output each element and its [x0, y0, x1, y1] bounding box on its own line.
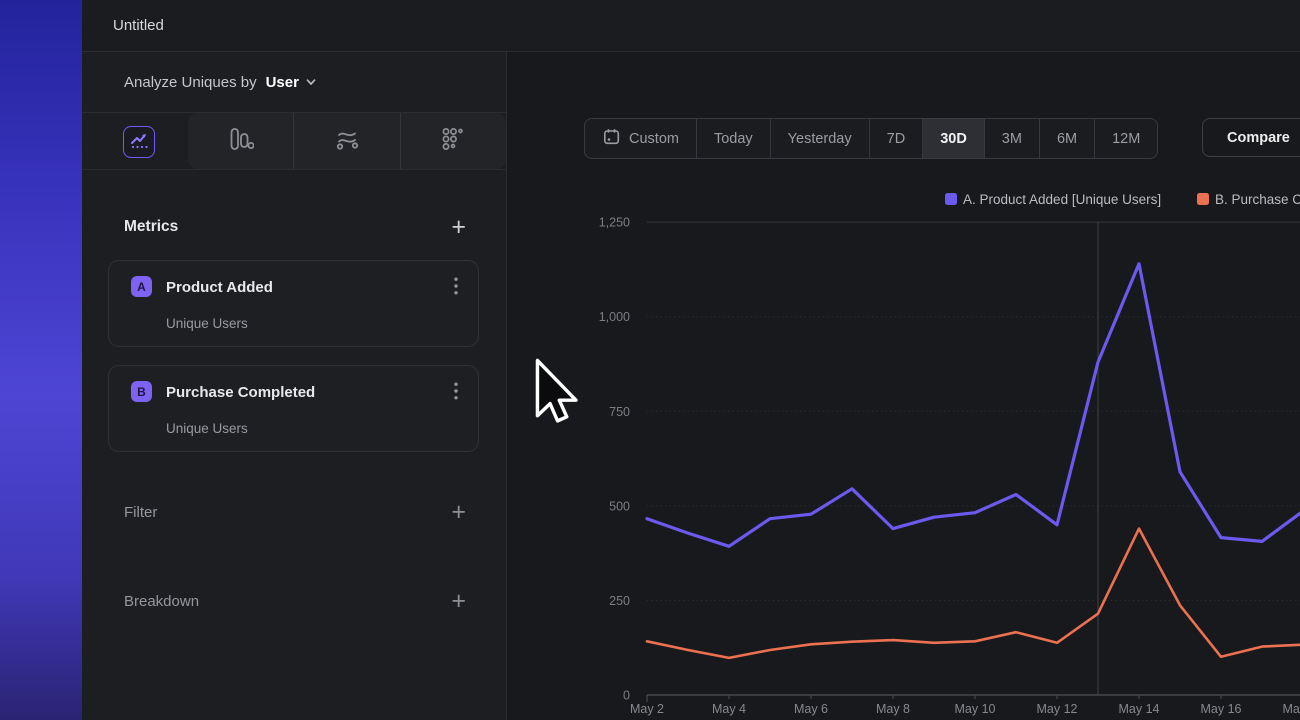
range-label: 6M — [1057, 131, 1077, 147]
filter-heading: Filter — [124, 504, 157, 521]
query-sidebar: Analyze Uniques by User — [82, 52, 507, 720]
range-label: 7D — [887, 131, 906, 147]
tab-grid-dots[interactable] — [400, 113, 506, 169]
breakdown-heading: Breakdown — [124, 593, 199, 610]
range-label: 3M — [1002, 131, 1022, 147]
compare-button[interactable]: Compare — [1202, 118, 1300, 157]
metric-card-a[interactable]: A Product Added Unique Users — [108, 260, 479, 347]
calendar-icon — [602, 127, 621, 150]
app-window: { "colors": { "accent": "#6e5bf8", "seri… — [0, 0, 1300, 720]
top-bar: Untitled — [82, 0, 1300, 52]
document-title[interactable]: Untitled — [113, 17, 164, 34]
line-chart-icon — [128, 129, 150, 156]
analyze-value-dropdown[interactable]: User — [266, 74, 299, 91]
range-label: 12M — [1112, 131, 1140, 147]
compare-label: Compare — [1227, 130, 1290, 146]
range-label: Today — [714, 131, 753, 147]
metrics-heading: Metrics — [124, 218, 178, 236]
kebab-menu-icon[interactable] — [454, 382, 458, 405]
grid-dots-icon — [440, 126, 466, 157]
chart-panel: Custom Today Yesterday 7D 30D 3M 6M 12M Compare — [507, 52, 1300, 720]
range-button-30d[interactable]: 30D — [922, 119, 984, 158]
mouse-cursor — [534, 358, 580, 437]
metric-subtitle: Unique Users — [166, 421, 248, 436]
range-button-custom[interactable]: Custom — [585, 119, 696, 158]
metric-title: Product Added — [166, 279, 273, 296]
range-button-6m[interactable]: 6M — [1039, 119, 1094, 158]
metric-badge-b: B — [131, 381, 152, 402]
range-button-3m[interactable]: 3M — [984, 119, 1039, 158]
filter-header: Filter + — [124, 502, 466, 522]
add-filter-button[interactable]: + — [451, 502, 466, 522]
range-button-7d[interactable]: 7D — [869, 119, 923, 158]
metric-card-b[interactable]: B Purchase Completed Unique Users — [108, 365, 479, 452]
metric-badge-a: A — [131, 276, 152, 297]
kebab-menu-icon[interactable] — [454, 277, 458, 300]
tab-bar-chart[interactable] — [188, 113, 293, 169]
tab-flow-chart[interactable] — [293, 113, 399, 169]
breakdown-header: Breakdown + — [124, 591, 466, 611]
chevron-down-icon[interactable] — [305, 76, 317, 88]
range-label: 30D — [940, 131, 967, 147]
bar-chart-icon — [228, 126, 254, 157]
add-breakdown-button[interactable]: + — [451, 591, 466, 611]
chart-type-tabs — [82, 113, 506, 170]
tab-line-chart[interactable] — [123, 126, 155, 158]
range-button-yesterday[interactable]: Yesterday — [770, 119, 869, 158]
range-label: Custom — [629, 131, 679, 147]
date-range-group: Custom Today Yesterday 7D 30D 3M 6M 12M — [584, 118, 1158, 159]
metrics-header: Metrics + — [124, 217, 466, 237]
metric-subtitle: Unique Users — [166, 316, 248, 331]
range-button-12m[interactable]: 12M — [1094, 119, 1157, 158]
add-metric-button[interactable]: + — [451, 217, 466, 237]
flow-chart-icon — [334, 126, 360, 157]
analyze-label: Analyze Uniques by — [124, 74, 257, 91]
desktop-gradient-strip — [0, 0, 82, 720]
range-button-today[interactable]: Today — [696, 119, 770, 158]
analyze-row: Analyze Uniques by User — [82, 52, 506, 113]
range-label: Yesterday — [788, 131, 852, 147]
tab-group-unselected — [188, 113, 506, 169]
metric-title: Purchase Completed — [166, 384, 315, 401]
